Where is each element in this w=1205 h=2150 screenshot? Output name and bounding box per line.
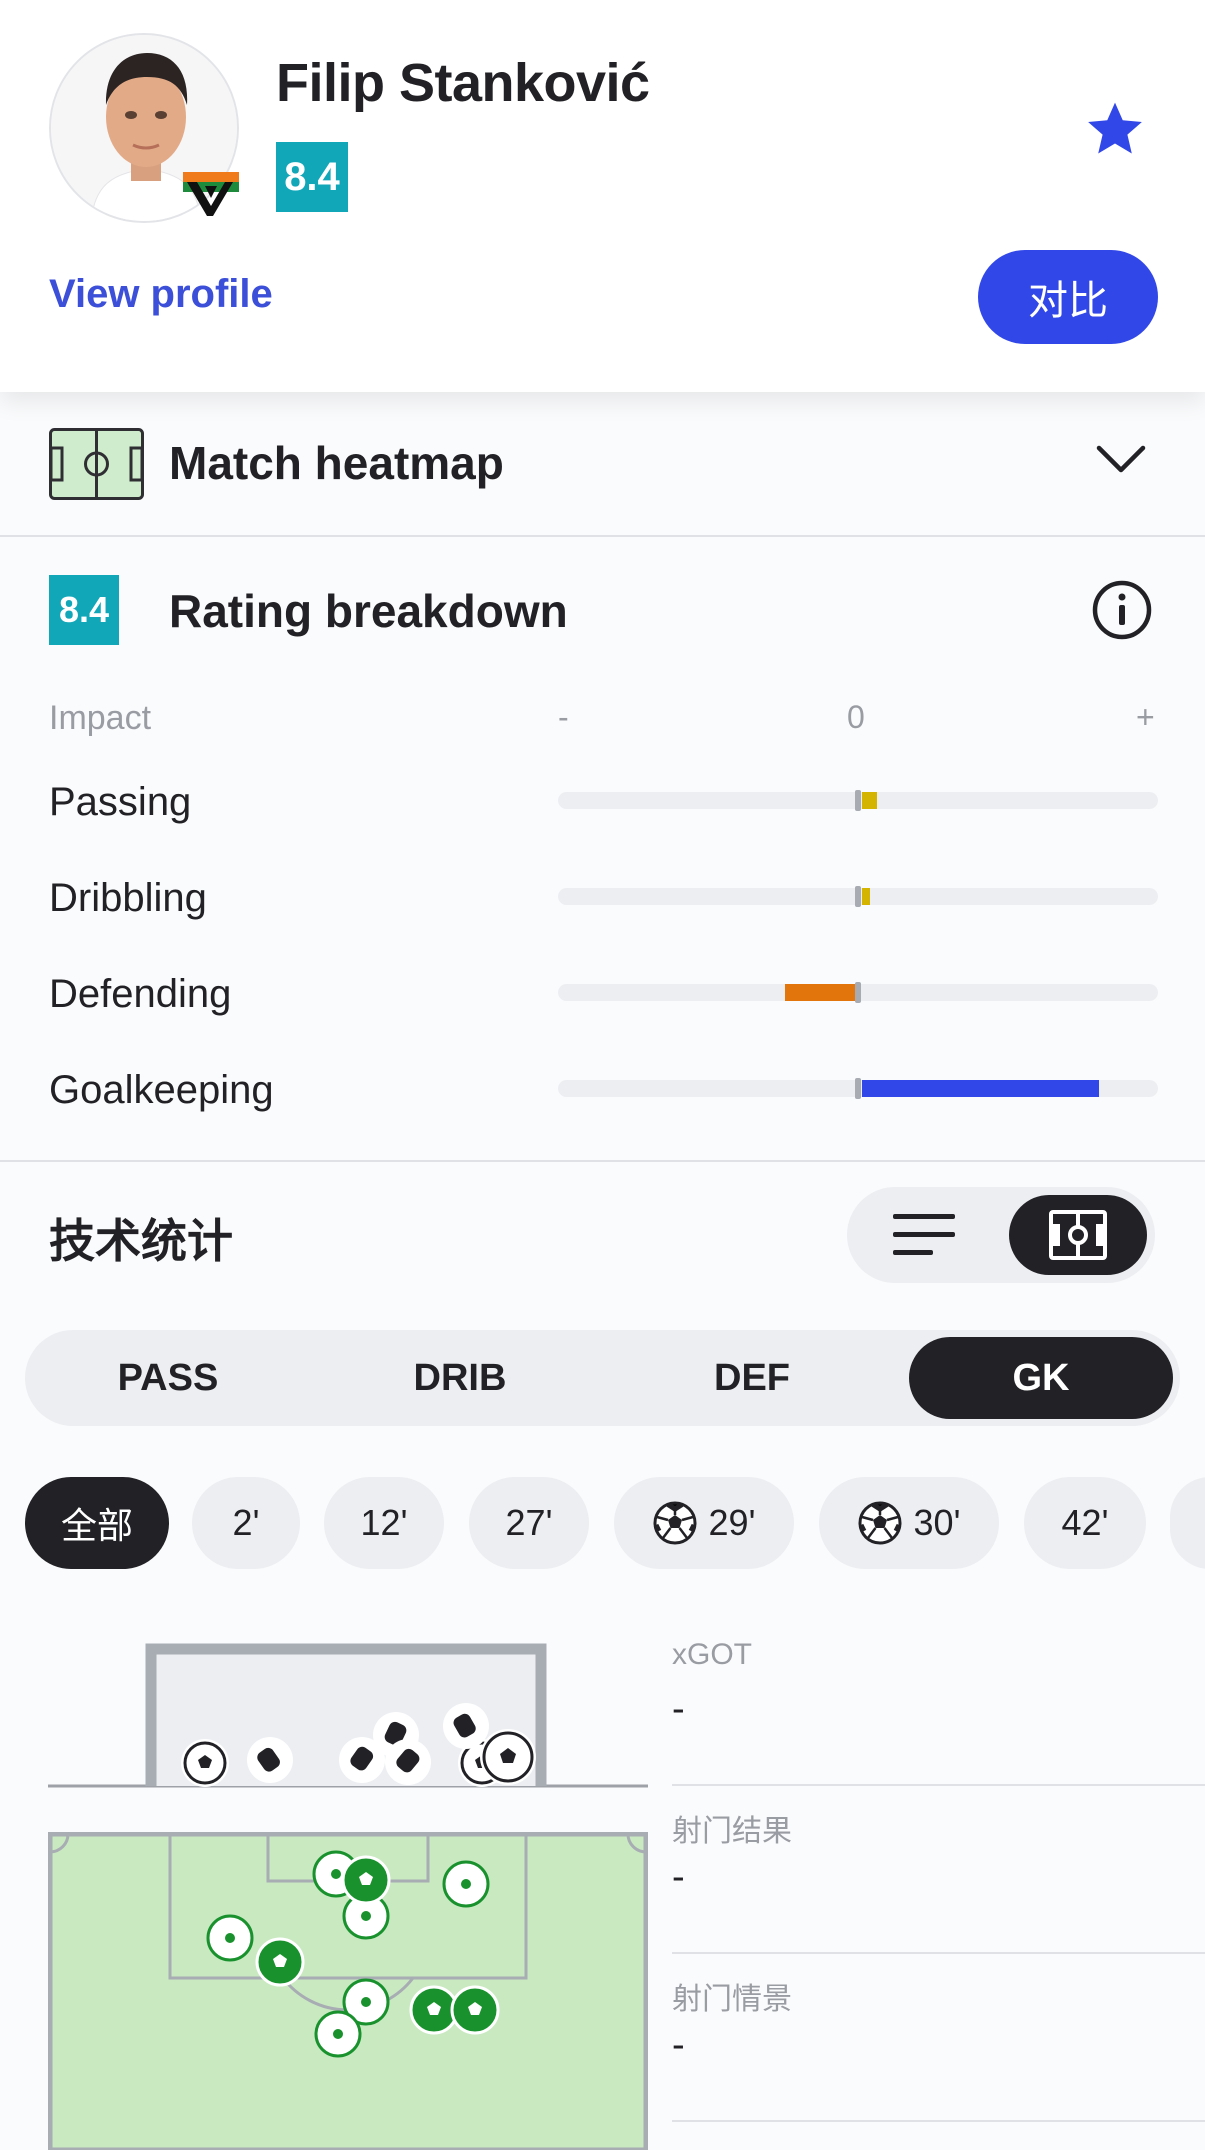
heatmap-title: Match heatmap [169, 437, 504, 489]
stat-shot-result: 射门结果 - [672, 1786, 1205, 1954]
stat-value: - [672, 1688, 685, 1730]
impact-bar-track [558, 790, 1158, 811]
chip-minute[interactable]: 42' [1024, 1477, 1146, 1569]
chevron-down-icon[interactable] [1095, 442, 1147, 476]
shot-marker[interactable] [314, 2010, 362, 2058]
conceded-ball[interactable] [480, 1729, 536, 1785]
stat-category-tabs: PASS DRIB DEF GK [25, 1330, 1180, 1426]
view-toggle [847, 1187, 1155, 1283]
conceded-ball[interactable] [181, 1739, 229, 1787]
goal-mouth-view [48, 1643, 648, 1788]
category-label: Goalkeeping [49, 1068, 274, 1112]
tech-stats-title: 技术统计 [49, 1215, 233, 1267]
list-view-option[interactable] [855, 1195, 993, 1275]
list-icon [893, 1214, 955, 1255]
stat-xgot: xGOT - [672, 1618, 1205, 1786]
goal-shot-marker[interactable] [409, 1985, 459, 2035]
chip-minute[interactable]: 27' [469, 1477, 589, 1569]
chip-label: 全部 [60, 1505, 133, 1546]
goal-shot-marker[interactable] [255, 1937, 305, 1987]
pitch-view-option[interactable] [1009, 1195, 1147, 1275]
goal-ball-icon [653, 1501, 697, 1545]
save-glove-icon[interactable] [443, 1703, 489, 1749]
chip-label: 12' [360, 1502, 408, 1543]
chip-label: 2' [232, 1502, 260, 1543]
chip-minute-goal[interactable]: 30' [819, 1477, 999, 1569]
pitch-icon [49, 428, 144, 500]
impact-bar-fill [784, 984, 855, 1001]
impact-plus-label: + [1136, 699, 1155, 735]
goal-shot-marker[interactable] [450, 1985, 500, 2035]
impact-bar-track [558, 886, 1158, 907]
save-glove-icon[interactable] [385, 1739, 431, 1785]
stat-shot-situation: 射门情景 - [672, 1954, 1205, 2122]
impact-center-tick [855, 886, 861, 907]
stat-value: - [672, 1856, 685, 1898]
impact-center-tick [855, 982, 861, 1003]
chip-all[interactable]: 全部 [25, 1477, 169, 1569]
impact-bar-track [558, 982, 1158, 1003]
breakdown-rating-badge: 8.4 [49, 575, 119, 645]
goal-shot-marker[interactable] [341, 1855, 391, 1905]
impact-header-label: Impact [49, 699, 152, 737]
rating-breakdown-section: 8.4 Rating breakdown Impact - 0 + Passin… [0, 537, 1205, 1162]
category-label: Passing [49, 780, 192, 824]
breakdown-title: Rating breakdown [169, 585, 568, 637]
shot-marker[interactable] [206, 1914, 254, 1962]
team-logo [183, 172, 239, 216]
category-label: Defending [49, 972, 232, 1016]
goal-ball-icon [858, 1501, 902, 1545]
stat-label: 射门情景 [672, 1983, 792, 2016]
chip-label: 29' [708, 1502, 756, 1543]
chip-label: 27' [505, 1502, 553, 1543]
impact-bar-fill [862, 888, 870, 905]
save-glove-icon[interactable] [247, 1737, 293, 1783]
impact-bar-track [558, 1078, 1158, 1099]
impact-minus-label: - [558, 699, 569, 735]
star-icon[interactable] [1083, 98, 1147, 160]
chip-minute[interactable]: 12' [324, 1477, 444, 1569]
tab-drib[interactable]: DRIB [325, 1337, 595, 1419]
player-name: Filip Stanković [276, 53, 650, 113]
chip-label: 30' [913, 1502, 961, 1543]
pitch-icon [1049, 1210, 1107, 1260]
shot-marker[interactable] [442, 1860, 490, 1908]
player-rating-badge: 8.4 [276, 142, 348, 212]
stat-label: 射门结果 [672, 1815, 792, 1848]
tab-def[interactable]: DEF [617, 1337, 887, 1419]
player-header-card: Filip Stanković 8.4 View profile 对比 [0, 0, 1205, 392]
impact-center-tick [855, 1078, 861, 1099]
chip-label: 42' [1061, 1502, 1109, 1543]
stat-value: - [672, 2024, 685, 2066]
impact-bar-fill [862, 792, 877, 809]
tab-pass[interactable]: PASS [33, 1337, 303, 1419]
category-label: Dribbling [49, 876, 207, 920]
chip-overflow[interactable] [1170, 1477, 1205, 1569]
impact-center-tick [855, 790, 861, 811]
chip-minute[interactable]: 2' [192, 1477, 300, 1569]
chip-minute-goal[interactable]: 29' [614, 1477, 794, 1569]
compare-button[interactable]: 对比 [978, 250, 1158, 344]
impact-zero-label: 0 [847, 699, 865, 735]
view-profile-link[interactable]: View profile [49, 272, 273, 317]
impact-bar-fill [862, 1080, 1099, 1097]
shot-location-pitch [48, 1832, 648, 2150]
match-heatmap-row[interactable]: Match heatmap [0, 392, 1205, 537]
tab-gk[interactable]: GK [909, 1337, 1173, 1419]
info-icon[interactable] [1091, 579, 1153, 641]
stat-label: xGOT [672, 1638, 752, 1671]
